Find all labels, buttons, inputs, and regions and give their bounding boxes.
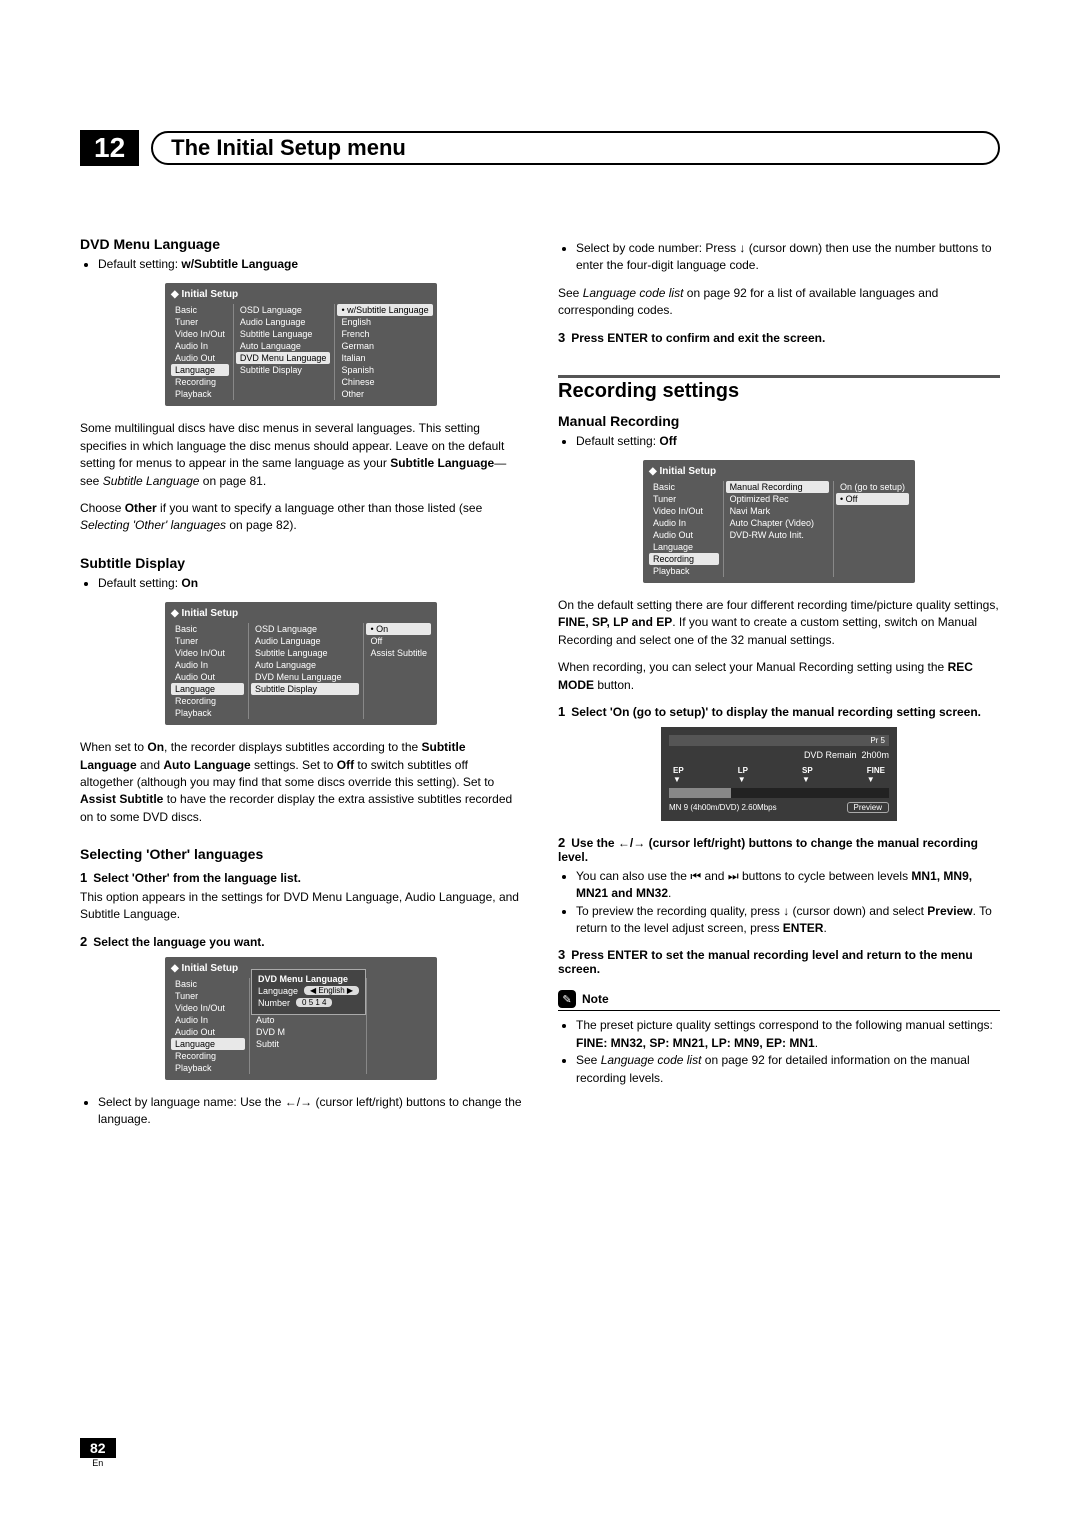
osd-other-language-popup: Initial SetupBasicTunerVideo In/OutAudio… — [165, 957, 437, 1080]
note-item-1: The preset picture quality settings corr… — [576, 1017, 1000, 1052]
page-body: 12 The Initial Setup menu DVD Menu Langu… — [0, 0, 1080, 1179]
paragraph-choose-other: Choose Other if you want to specify a la… — [80, 500, 522, 535]
right-column: Select by code number: Press ↓ (cursor d… — [558, 236, 1000, 1139]
rec-step-3: 3Press ENTER to set the manual recording… — [558, 947, 1000, 976]
step-1: 1Select 'Other' from the language list. — [80, 870, 522, 885]
chapter-title-pill: The Initial Setup menu — [151, 131, 1000, 165]
default-setting-line: Default setting: w/Subtitle Language — [98, 256, 522, 273]
paragraph-rec-mode: When recording, you can select your Manu… — [558, 659, 1000, 694]
heading-selecting-other: Selecting 'Other' languages — [80, 846, 522, 862]
preview-button[interactable]: Preview — [847, 802, 889, 813]
rec-footer: MN 9 (4h00m/DVD) 2.60Mbps Preview — [669, 802, 889, 813]
note-item-2: See Language code list on page 92 for de… — [576, 1052, 1000, 1087]
step-1-desc: This option appears in the settings for … — [80, 889, 522, 924]
rec-remain: DVD Remain 2h00m — [669, 750, 889, 760]
bullet-select-by-code: Select by code number: Press ↓ (cursor d… — [576, 240, 1000, 275]
manual-recording-screen: Pr 5 DVD Remain 2h00m EP▼LP▼SP▼FINE▼ MN … — [661, 727, 897, 821]
rec-level-bar — [669, 788, 889, 798]
paragraph-default-setting: On the default setting there are four di… — [558, 597, 1000, 649]
pencil-icon: ✎ — [558, 990, 576, 1008]
page-number: 82 En — [80, 1438, 116, 1468]
rec-quality-marks: EP▼LP▼SP▼FINE▼ — [669, 766, 889, 784]
paragraph-subtitle-display: When set to On, the recorder displays su… — [80, 739, 522, 826]
step-3-confirm: 3Press ENTER to confirm and exit the scr… — [558, 330, 1000, 345]
rec-pr-indicator: Pr 5 — [669, 735, 889, 746]
note-heading: ✎ Note — [558, 990, 1000, 1011]
bullet-select-by-name: Select by language name: Use the ←/→ (cu… — [98, 1094, 522, 1129]
osd-dvd-menu-language: Initial SetupBasicTunerVideo In/OutAudio… — [165, 283, 437, 406]
heading-manual-recording: Manual Recording — [558, 413, 1000, 429]
bullet-cycle-levels: You can also use the ⏮ and ⏭ buttons to … — [576, 868, 1000, 903]
heading-recording-settings: Recording settings — [558, 375, 1000, 403]
chapter-title: The Initial Setup menu — [171, 135, 406, 160]
chapter-header: 12 The Initial Setup menu — [80, 130, 1000, 166]
default-setting-line: Default setting: On — [98, 575, 522, 592]
chapter-number: 12 — [80, 130, 139, 166]
default-setting-line: Default setting: Off — [576, 433, 1000, 450]
paragraph-see-code-list: See Language code list on page 92 for a … — [558, 285, 1000, 320]
rec-step-2: 2Use the ←/→ (cursor left/right) buttons… — [558, 835, 1000, 864]
heading-subtitle-display: Subtitle Display — [80, 555, 522, 571]
paragraph-multilingual: Some multilingual discs have disc menus … — [80, 420, 522, 490]
bullet-preview: To preview the recording quality, press … — [576, 903, 1000, 938]
rec-step-1: 1Select 'On (go to setup)' to display th… — [558, 704, 1000, 719]
step-2: 2Select the language you want. — [80, 934, 522, 949]
osd-subtitle-display: Initial SetupBasicTunerVideo In/OutAudio… — [165, 602, 437, 725]
heading-dvd-menu-language: DVD Menu Language — [80, 236, 522, 252]
left-column: DVD Menu Language Default setting: w/Sub… — [80, 236, 522, 1139]
osd-manual-recording: Initial SetupBasicTunerVideo In/OutAudio… — [643, 460, 915, 583]
